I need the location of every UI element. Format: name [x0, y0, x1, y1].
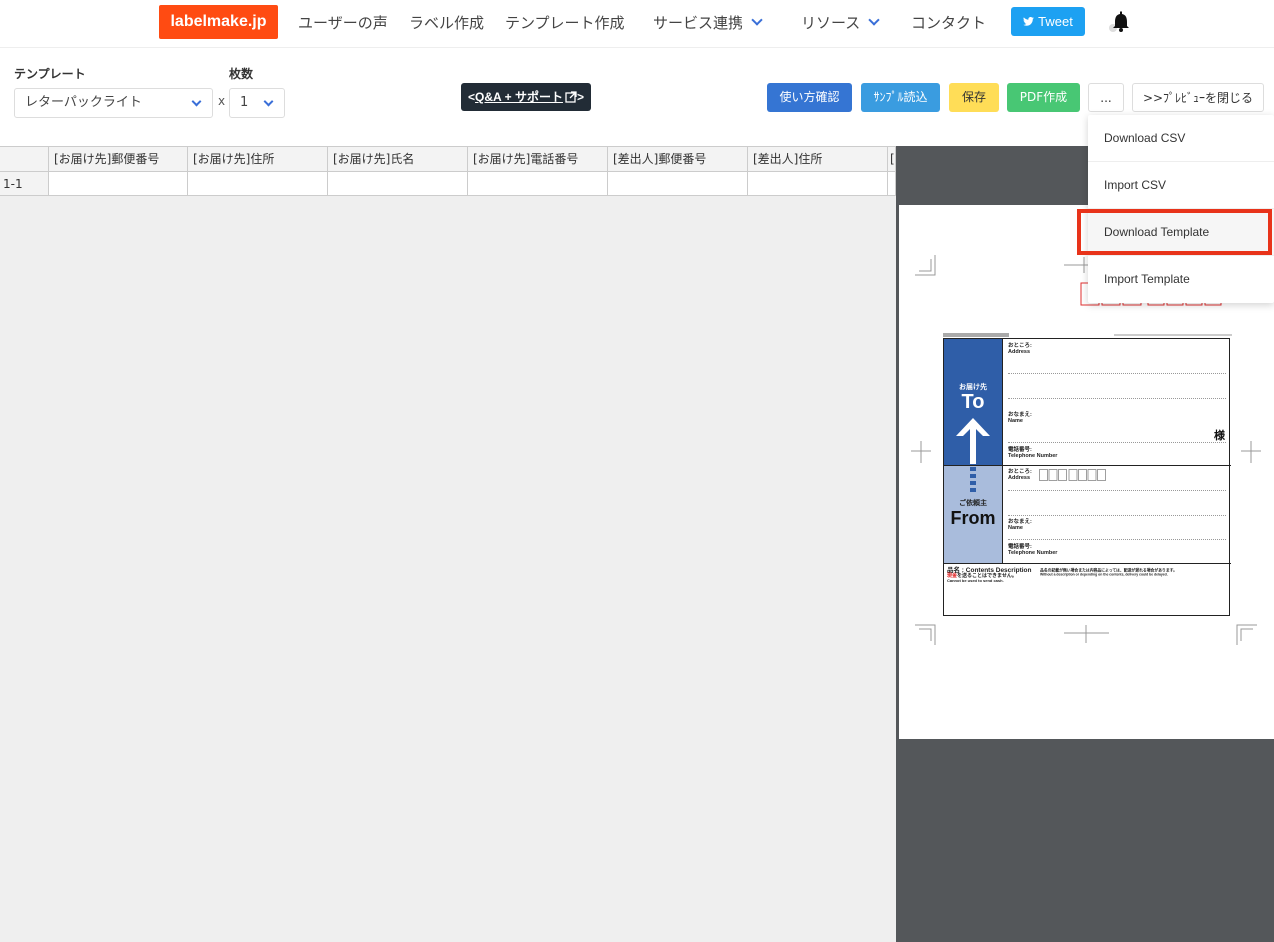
- spreadsheet-area: [0, 146, 896, 942]
- honorific: 様: [1214, 429, 1225, 442]
- contents-note-en: Without a description or depending on th…: [1040, 572, 1168, 577]
- column-header[interactable]: [お届け先]住所: [188, 147, 328, 172]
- row-header[interactable]: 1-1: [0, 172, 49, 196]
- from-address-en: Address: [1008, 475, 1031, 481]
- nav-template-create[interactable]: テンプレート作成: [505, 12, 625, 34]
- table-cell[interactable]: [748, 172, 888, 196]
- to-tel-en: Telephone Number: [1008, 453, 1058, 459]
- logo[interactable]: labelmake.jp: [159, 5, 278, 39]
- tweet-label: Tweet: [1038, 14, 1073, 29]
- to-name-en: Name: [1008, 418, 1023, 424]
- column-header[interactable]: [お届け先]電話番号: [468, 147, 608, 172]
- twitter-icon: [1023, 9, 1035, 38]
- chevron-down-icon: [263, 96, 274, 107]
- create-pdf-button[interactable]: PDF作成: [1007, 83, 1080, 112]
- qa-support-text: Q&A + サポート: [475, 90, 563, 104]
- nav-user-voice[interactable]: ユーザーの声: [298, 12, 388, 34]
- tweet-button[interactable]: Tweet: [1011, 7, 1085, 36]
- count-label: 枚数: [229, 67, 254, 81]
- top-navbar: labelmake.jp ユーザーの声 ラベル作成 テンプレート作成 サービス連…: [0, 0, 1274, 48]
- column-header[interactable]: [お届け先]郵便番号: [49, 147, 188, 172]
- nav-contact[interactable]: コンタクト: [911, 12, 986, 34]
- table-cell[interactable]: [888, 172, 896, 196]
- column-header[interactable]: [差出人]郵便番号: [608, 147, 748, 172]
- menu-item-download-csv[interactable]: Download CSV: [1088, 115, 1274, 162]
- from-name-en: Name: [1008, 525, 1023, 531]
- nav-resources[interactable]: リソース: [801, 12, 880, 34]
- from-jp: ご依頼主: [959, 500, 987, 507]
- to-address-en: Address: [1008, 349, 1031, 355]
- close-preview-button[interactable]: >>ﾌﾟﾚﾋﾞｭｰを閉じる: [1132, 83, 1264, 112]
- column-header[interactable]: [お届け先]氏名: [328, 147, 468, 172]
- to-band: お届け先 To: [944, 339, 1002, 465]
- nav-service-integration-label: サービス連携: [653, 14, 744, 32]
- howto-button[interactable]: 使い方確認: [767, 83, 852, 112]
- cash-note-en: Cannot be used to send cash.: [947, 578, 1004, 583]
- table-cell[interactable]: [49, 172, 188, 196]
- template-select-value: レターパックライト: [25, 95, 142, 110]
- chevron-down-icon: [751, 14, 763, 26]
- qa-prefix: <: [468, 90, 476, 104]
- template-label: テンプレート: [14, 67, 86, 81]
- corner-cell: [0, 147, 49, 172]
- nav-label-create[interactable]: ラベル作成: [409, 12, 484, 34]
- postal-code-boxes: [1039, 469, 1106, 481]
- nav-service-integration[interactable]: サービス連携: [653, 12, 763, 34]
- column-header[interactable]: [: [888, 147, 896, 172]
- menu-item-import-csv[interactable]: Import CSV: [1088, 162, 1274, 209]
- qa-suffix: >: [576, 90, 584, 104]
- count-select-value: 1: [240, 95, 249, 110]
- template-select[interactable]: レターパックライト: [14, 88, 213, 118]
- table-cell[interactable]: [608, 172, 748, 196]
- to-en: To: [961, 391, 985, 413]
- qa-support-link[interactable]: <Q&A + サポート >: [461, 83, 591, 111]
- save-button[interactable]: 保存: [949, 83, 999, 112]
- table-cell[interactable]: [468, 172, 608, 196]
- chevron-down-icon: [868, 14, 880, 26]
- times-sign: x: [218, 94, 226, 108]
- table-cell[interactable]: [328, 172, 468, 196]
- count-select[interactable]: 1: [229, 88, 285, 118]
- dashed-line-icon: [970, 467, 976, 492]
- notification-bell-icon[interactable]: [1106, 10, 1136, 36]
- from-band: ご依頼主 From: [944, 465, 1002, 563]
- from-en: From: [950, 508, 996, 528]
- column-header[interactable]: [差出人]住所: [748, 147, 888, 172]
- external-link-icon: [563, 90, 577, 104]
- more-button[interactable]: ...: [1088, 83, 1124, 112]
- shipping-label-preview: お届け先 To ご依頼主 From おところ: Address おなまえ: Na…: [943, 338, 1231, 616]
- chevron-down-icon: [191, 96, 202, 107]
- nav-resources-label: リソース: [801, 14, 861, 32]
- from-tel-en: Telephone Number: [1008, 550, 1058, 556]
- menu-item-import-template[interactable]: Import Template: [1088, 256, 1274, 303]
- table-cell[interactable]: [188, 172, 328, 196]
- highlight-box: [1077, 209, 1272, 255]
- load-sample-button[interactable]: ｻﾝﾌﾟﾙ読込: [861, 83, 940, 112]
- up-arrow-icon: [956, 418, 990, 464]
